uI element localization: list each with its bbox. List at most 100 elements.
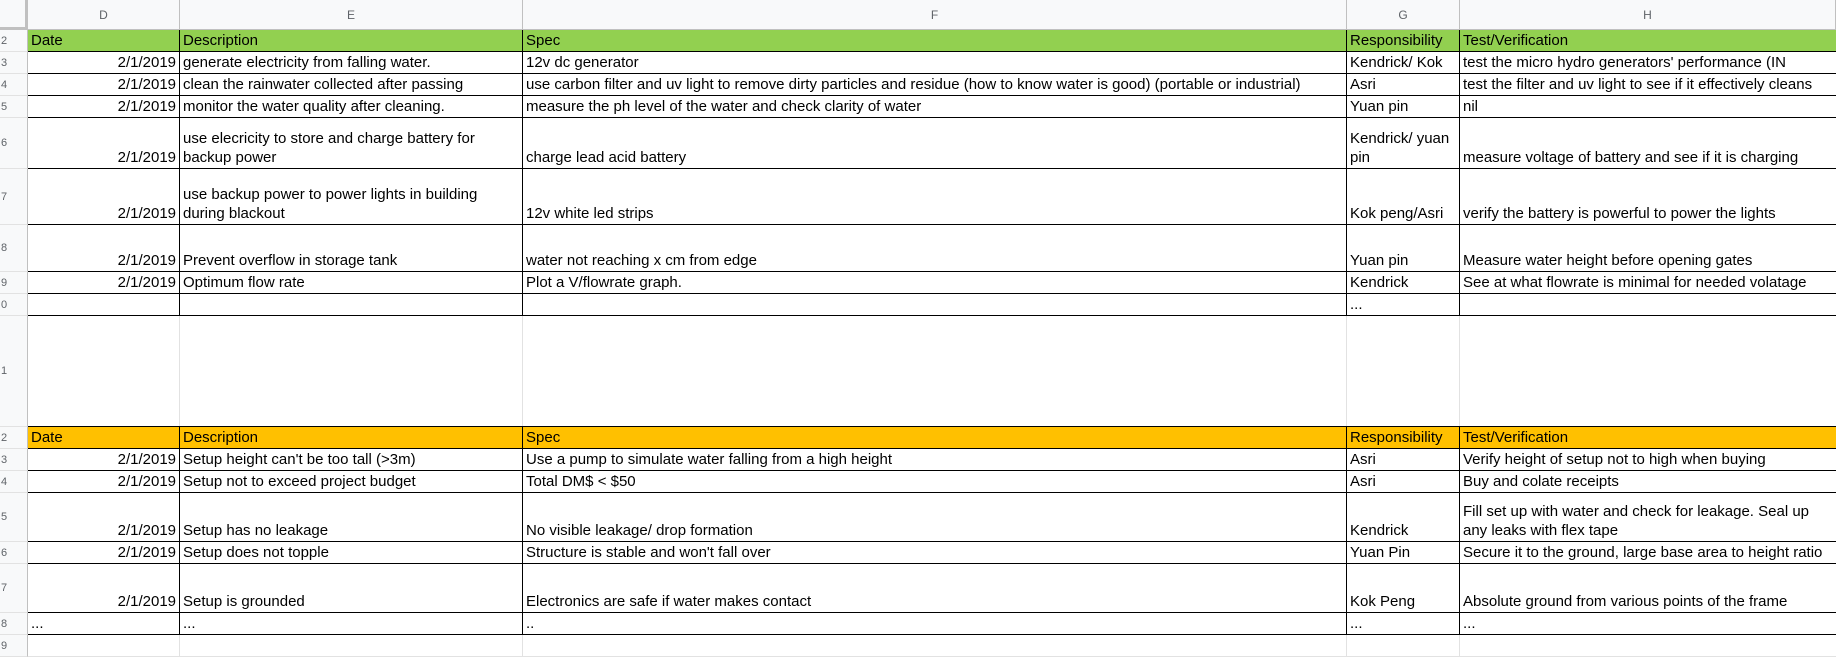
test-verification-cell[interactable]: See at what flowrate is minimal for need… bbox=[1460, 272, 1836, 293]
spec-cell[interactable]: measure the ph level of the water and ch… bbox=[523, 96, 1347, 117]
column-header-f[interactable]: F bbox=[523, 0, 1347, 30]
row-header[interactable]: 0 bbox=[0, 294, 28, 316]
spec-cell[interactable]: .. bbox=[523, 613, 1347, 634]
spec-cell[interactable]: 12v white led strips bbox=[523, 169, 1347, 224]
responsibility-cell[interactable]: Yuan Pin bbox=[1347, 542, 1460, 563]
empty-cell[interactable] bbox=[523, 316, 1347, 426]
header-cell-responsibility[interactable]: Responsibility bbox=[1347, 427, 1460, 448]
responsibility-cell[interactable]: Kendrick bbox=[1347, 272, 1460, 293]
spec-cell[interactable]: use carbon filter and uv light to remove… bbox=[523, 74, 1347, 95]
date-cell[interactable]: 2/1/2019 bbox=[28, 118, 180, 168]
row-header[interactable]: 2 bbox=[0, 30, 28, 52]
description-cell[interactable] bbox=[180, 294, 523, 315]
row-header[interactable]: 1 bbox=[0, 316, 28, 427]
responsibility-cell[interactable]: Kok Peng bbox=[1347, 564, 1460, 612]
row-header[interactable]: 3 bbox=[0, 449, 28, 471]
row-header[interactable]: 9 bbox=[0, 272, 28, 294]
header-cell-spec[interactable]: Spec bbox=[523, 427, 1347, 448]
spec-cell[interactable]: 12v dc generator bbox=[523, 52, 1347, 73]
date-cell[interactable]: 2/1/2019 bbox=[28, 74, 180, 95]
row-header[interactable]: 4 bbox=[0, 471, 28, 493]
date-cell[interactable]: ... bbox=[28, 613, 180, 634]
header-cell-description[interactable]: Description bbox=[180, 30, 523, 51]
header-cell-date[interactable]: Date bbox=[28, 427, 180, 448]
responsibility-cell[interactable]: Yuan pin bbox=[1347, 225, 1460, 271]
date-cell[interactable]: 2/1/2019 bbox=[28, 225, 180, 271]
responsibility-cell[interactable]: Asri bbox=[1347, 449, 1460, 470]
row-header[interactable]: 5 bbox=[0, 96, 28, 118]
spec-cell[interactable] bbox=[523, 294, 1347, 315]
description-cell[interactable]: Optimum flow rate bbox=[180, 272, 523, 293]
responsibility-cell[interactable]: ... bbox=[1347, 294, 1460, 315]
date-cell[interactable]: 2/1/2019 bbox=[28, 542, 180, 563]
empty-cell[interactable] bbox=[523, 635, 1347, 656]
description-cell[interactable]: Setup height can't be too tall (>3m) bbox=[180, 449, 523, 470]
spec-cell[interactable]: Electronics are safe if water makes cont… bbox=[523, 564, 1347, 612]
description-cell[interactable]: generate electricity from falling water. bbox=[180, 52, 523, 73]
description-cell[interactable]: Setup does not topple bbox=[180, 542, 523, 563]
responsibility-cell[interactable]: ... bbox=[1347, 613, 1460, 634]
column-header-h[interactable]: H bbox=[1460, 0, 1836, 30]
responsibility-cell[interactable]: Asri bbox=[1347, 471, 1460, 492]
responsibility-cell[interactable]: Kendrick/ Kok bbox=[1347, 52, 1460, 73]
date-cell[interactable]: 2/1/2019 bbox=[28, 169, 180, 224]
spec-cell[interactable]: Total DM$ < $50 bbox=[523, 471, 1347, 492]
empty-cell[interactable] bbox=[1460, 635, 1836, 656]
row-header[interactable]: 8 bbox=[0, 225, 28, 272]
test-verification-cell[interactable]: Measure water height before opening gate… bbox=[1460, 225, 1836, 271]
date-cell[interactable]: 2/1/2019 bbox=[28, 564, 180, 612]
responsibility-cell[interactable]: Kendrick bbox=[1347, 493, 1460, 541]
description-cell[interactable]: Setup is grounded bbox=[180, 564, 523, 612]
date-cell[interactable]: 2/1/2019 bbox=[28, 471, 180, 492]
test-verification-cell[interactable]: measure voltage of battery and see if it… bbox=[1460, 118, 1836, 168]
empty-cell[interactable] bbox=[28, 316, 180, 426]
description-cell[interactable]: Setup has no leakage bbox=[180, 493, 523, 541]
spec-cell[interactable]: charge lead acid battery bbox=[523, 118, 1347, 168]
empty-cell[interactable] bbox=[180, 316, 523, 426]
responsibility-cell[interactable]: Asri bbox=[1347, 74, 1460, 95]
column-header-g[interactable]: G bbox=[1347, 0, 1460, 30]
description-cell[interactable]: Prevent overflow in storage tank bbox=[180, 225, 523, 271]
row-header[interactable]: 8 bbox=[0, 613, 28, 635]
spreadsheet-grid[interactable]: D E F G H 2 3 4 5 6 7 8 9 0 1 2 3 4 5 6 … bbox=[0, 0, 1836, 665]
row-header[interactable]: 3 bbox=[0, 52, 28, 74]
description-cell[interactable]: Setup not to exceed project budget bbox=[180, 471, 523, 492]
row-header[interactable]: 6 bbox=[0, 118, 28, 169]
date-cell[interactable]: 2/1/2019 bbox=[28, 449, 180, 470]
header-cell-test-verification[interactable]: Test/Verification bbox=[1460, 427, 1836, 448]
date-cell[interactable]: 2/1/2019 bbox=[28, 272, 180, 293]
spec-cell[interactable]: Use a pump to simulate water falling fro… bbox=[523, 449, 1347, 470]
select-all-corner[interactable] bbox=[0, 0, 28, 30]
empty-cell[interactable] bbox=[180, 635, 523, 656]
row-header[interactable]: 5 bbox=[0, 493, 28, 542]
date-cell[interactable] bbox=[28, 294, 180, 315]
description-cell[interactable]: use elecricity to store and charge batte… bbox=[180, 118, 523, 168]
description-cell[interactable]: ... bbox=[180, 613, 523, 634]
responsibility-cell[interactable]: Kendrick/ yuan pin bbox=[1347, 118, 1460, 168]
spec-cell[interactable]: No visible leakage/ drop formation bbox=[523, 493, 1347, 541]
test-verification-cell[interactable]: nil bbox=[1460, 96, 1836, 117]
header-cell-responsibility[interactable]: Responsibility bbox=[1347, 30, 1460, 51]
test-verification-cell[interactable]: Fill set up with water and check for lea… bbox=[1460, 493, 1836, 541]
header-cell-spec[interactable]: Spec bbox=[523, 30, 1347, 51]
test-verification-cell[interactable]: Secure it to the ground, large base area… bbox=[1460, 542, 1836, 563]
test-verification-cell[interactable]: ... bbox=[1460, 613, 1836, 634]
column-header-d[interactable]: D bbox=[28, 0, 180, 30]
responsibility-cell[interactable]: Yuan pin bbox=[1347, 96, 1460, 117]
spec-cell[interactable]: Plot a V/flowrate graph. bbox=[523, 272, 1347, 293]
empty-cell[interactable] bbox=[1347, 316, 1460, 426]
empty-cell[interactable] bbox=[28, 635, 180, 656]
test-verification-cell[interactable]: Absolute ground from various points of t… bbox=[1460, 564, 1836, 612]
date-cell[interactable]: 2/1/2019 bbox=[28, 96, 180, 117]
empty-cell[interactable] bbox=[1460, 316, 1836, 426]
test-verification-cell[interactable]: verify the battery is powerful to power … bbox=[1460, 169, 1836, 224]
row-header[interactable]: 4 bbox=[0, 74, 28, 96]
responsibility-cell[interactable]: Kok peng/Asri bbox=[1347, 169, 1460, 224]
header-cell-date[interactable]: Date bbox=[28, 30, 180, 51]
header-cell-description[interactable]: Description bbox=[180, 427, 523, 448]
description-cell[interactable]: monitor the water quality after cleaning… bbox=[180, 96, 523, 117]
test-verification-cell[interactable]: Buy and colate receipts bbox=[1460, 471, 1836, 492]
empty-cell[interactable] bbox=[1347, 635, 1460, 656]
test-verification-cell[interactable]: test the filter and uv light to see if i… bbox=[1460, 74, 1836, 95]
date-cell[interactable]: 2/1/2019 bbox=[28, 52, 180, 73]
